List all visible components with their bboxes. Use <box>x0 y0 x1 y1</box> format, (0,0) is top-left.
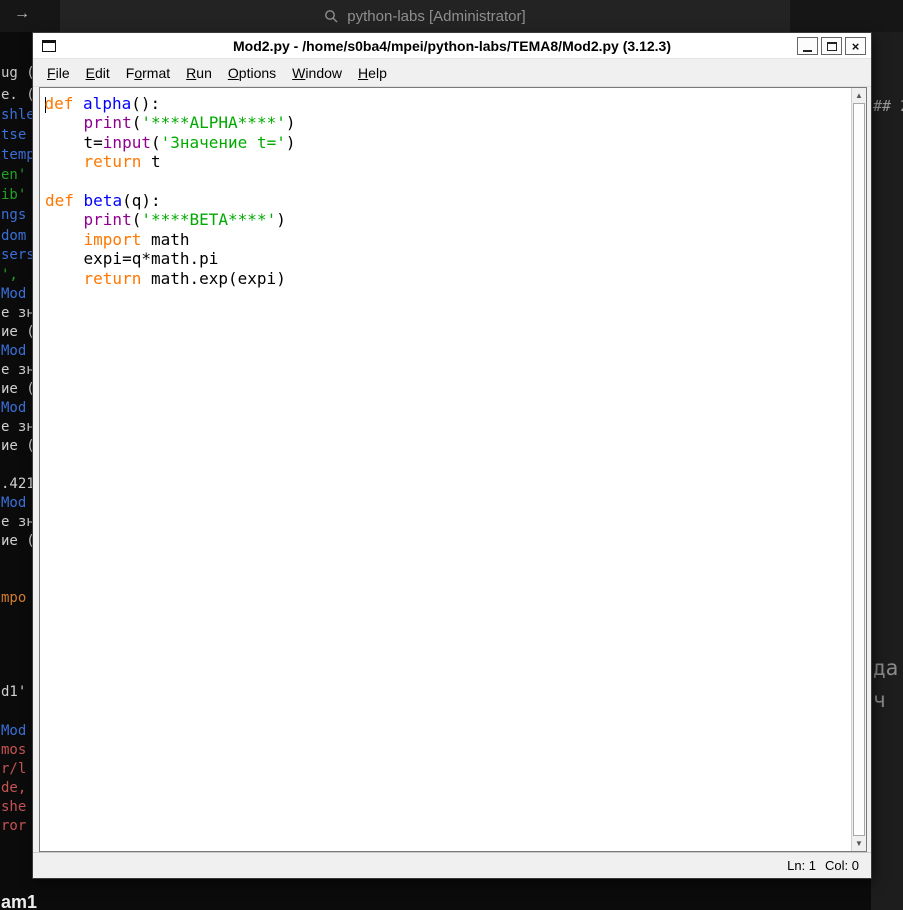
background-text-fragment: Mod <box>1 400 26 416</box>
line-indicator: Ln: 1 <box>787 858 816 873</box>
background-text-fragment: ие ( <box>1 533 35 549</box>
window-titlebar[interactable]: Mod2.py - /home/s0ba4/mpei/python-labs/T… <box>33 33 871 59</box>
background-right-pane <box>871 32 903 910</box>
background-text-fragment: .421 <box>1 476 35 492</box>
search-icon <box>324 9 339 24</box>
vertical-scrollbar[interactable]: ▲ ▼ <box>851 88 866 851</box>
background-text-fragment: mos <box>1 742 26 758</box>
background-text-fragment: ие ( <box>1 438 35 454</box>
menu-edit[interactable]: Edit <box>78 61 118 85</box>
editor-area: def alpha(): print('****ALPHA****') t=in… <box>39 87 867 852</box>
scrollbar-thumb[interactable] <box>853 103 865 836</box>
background-text-fragment: sers <box>1 247 35 263</box>
background-text-fragment: ngs <box>1 207 26 223</box>
code-line-4: return t <box>45 152 851 171</box>
background-text-fragment: ror <box>1 818 26 834</box>
minimize-icon <box>803 40 812 52</box>
menu-format[interactable]: Format <box>118 61 178 85</box>
background-text-fragment: ## 2 <box>873 97 903 115</box>
code-line-6: def beta(q): <box>45 191 851 210</box>
background-text-fragment: en' <box>1 167 26 183</box>
code-line-3: t=input('Значение t=') <box>45 133 851 152</box>
terminal-tab[interactable]: python-labs [Administrator] <box>60 0 790 32</box>
code-line-8: import math <box>45 230 851 249</box>
minimize-button[interactable] <box>797 37 818 55</box>
column-indicator: Col: 0 <box>825 858 859 873</box>
background-text-fragment: да <box>873 656 898 680</box>
background-text-fragment: shlе <box>1 107 35 123</box>
window-icon <box>42 40 56 52</box>
background-text-fragment: temp <box>1 147 35 163</box>
background-text-fragment: ие ( <box>1 324 35 340</box>
scroll-up-arrow[interactable]: ▲ <box>852 88 866 103</box>
code-line-5 <box>45 172 851 191</box>
maximize-button[interactable] <box>821 37 842 55</box>
background-text-fragment: е зн <box>1 514 35 530</box>
scroll-down-arrow[interactable]: ▼ <box>852 836 866 851</box>
background-text-fragment: ib' <box>1 187 26 203</box>
code-editor[interactable]: def alpha(): print('****ALPHA****') t=in… <box>40 88 851 851</box>
close-button[interactable]: × <box>845 37 866 55</box>
close-icon: × <box>852 40 860 53</box>
status-bar: Ln: 1 Col: 0 <box>33 852 871 878</box>
background-text-fragment: ug ( <box>1 65 35 81</box>
menu-bar: FileEditFormatRunOptionsWindowHelp <box>33 59 871 87</box>
menu-window[interactable]: Window <box>284 61 350 85</box>
background-text-fragment: е зн <box>1 362 35 378</box>
arrow-icon: → <box>14 5 30 23</box>
menu-run[interactable]: Run <box>178 61 220 85</box>
background-text-fragment: Mod <box>1 723 26 739</box>
code-line-7: print('****BETA****') <box>45 210 851 229</box>
background-text-fragment: d1' <box>1 684 26 700</box>
background-text-fragment: Mod <box>1 286 26 302</box>
background-text-fragment: r/l <box>1 761 26 777</box>
background-text-fragment: е зн <box>1 419 35 435</box>
window-controls: × <box>797 37 866 55</box>
code-line-9: expi=q*math.pi <box>45 249 851 268</box>
menu-help[interactable]: Help <box>350 61 395 85</box>
background-text-fragment: ч <box>873 688 886 712</box>
menu-options[interactable]: Options <box>220 61 284 85</box>
background-text-fragment: ие ( <box>1 381 35 397</box>
code-line-10: return math.exp(expi) <box>45 269 851 288</box>
maximize-icon <box>827 42 837 51</box>
terminal-titlebar: → python-labs [Administrator] <box>0 0 903 32</box>
background-text-fragment: Mod <box>1 343 26 359</box>
menu-file[interactable]: File <box>39 61 78 85</box>
idle-window: Mod2.py - /home/s0ba4/mpei/python-labs/T… <box>33 33 871 878</box>
background-text-fragment: e. ( <box>1 87 35 103</box>
background-text-fragment: ', <box>1 267 18 283</box>
window-title: Mod2.py - /home/s0ba4/mpei/python-labs/T… <box>33 38 871 54</box>
terminal-tab-title: python-labs [Administrator] <box>347 8 525 25</box>
background-text-fragment: she <box>1 799 26 815</box>
background-text-fragment: am1 <box>1 892 37 910</box>
code-line-1: def alpha(): <box>45 94 851 113</box>
background-text-fragment: tse <box>1 127 26 143</box>
background-text-fragment: е зн <box>1 305 35 321</box>
background-text-fragment: mpo <box>1 590 26 606</box>
background-text-fragment: dom <box>1 228 26 244</box>
background-text-fragment: de, <box>1 780 26 796</box>
background-text-fragment: Mod <box>1 495 26 511</box>
code-line-2: print('****ALPHA****') <box>45 113 851 132</box>
